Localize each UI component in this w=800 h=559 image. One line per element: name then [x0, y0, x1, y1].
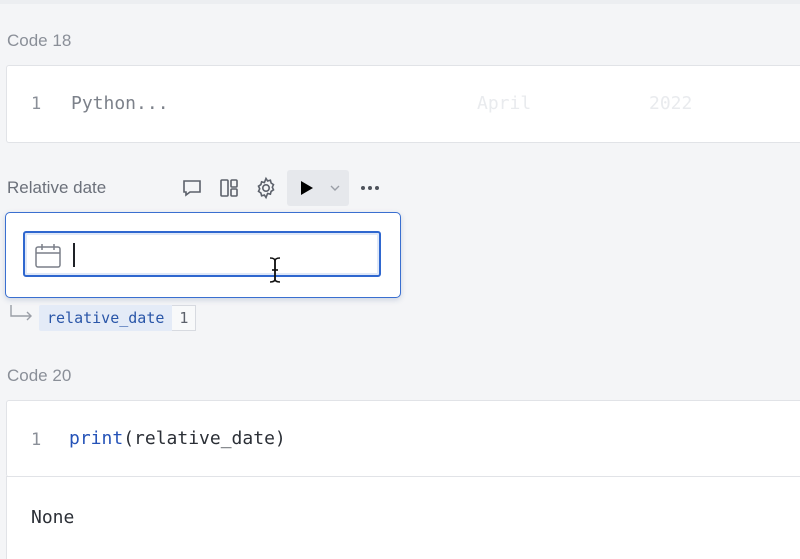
run-icon: [301, 181, 313, 195]
cell-toolbar: [176, 170, 387, 206]
code-arguments: (relative_date): [123, 428, 286, 449]
date-input-field[interactable]: [23, 231, 381, 277]
ibeam-cursor-icon: [269, 257, 281, 283]
output-text: None: [31, 507, 75, 528]
variable-count: 1: [172, 305, 197, 331]
return-arrow-icon: [10, 305, 32, 321]
comment-button[interactable]: [176, 171, 208, 205]
settings-icon: [257, 176, 275, 200]
line-number: 1: [31, 430, 42, 450]
cell-output: None: [6, 476, 800, 559]
top-divider: [0, 0, 800, 4]
ghost-month: April: [477, 93, 532, 114]
more-icon[interactable]: [353, 186, 387, 190]
variable-name[interactable]: relative_date: [39, 305, 173, 331]
chevron-down-icon: [330, 185, 340, 191]
text-cursor: [73, 243, 75, 267]
comment-icon: [183, 180, 201, 197]
cell-label-code-18: Code 18: [7, 31, 72, 50]
calendar-icon: [35, 244, 61, 268]
line-number: 1: [31, 94, 42, 114]
cell-label-code-20: Code 20: [7, 366, 72, 385]
variable-chip[interactable]: relative_date 1: [39, 305, 197, 331]
layout-button[interactable]: [213, 171, 245, 205]
layout-icon: [220, 179, 238, 197]
code-cell-20[interactable]: 1 print(relative_date): [6, 400, 800, 477]
ghost-year: 2022: [649, 93, 693, 114]
settings-button[interactable]: [250, 171, 282, 205]
run-button[interactable]: [287, 177, 323, 199]
code-cell-18[interactable]: 1 Python... April 2022: [6, 65, 800, 143]
code-preview[interactable]: Python...: [71, 93, 169, 114]
run-button-group[interactable]: [287, 170, 349, 206]
input-cell-label: Relative date: [7, 178, 107, 197]
run-options-button[interactable]: [323, 183, 347, 193]
code-line[interactable]: print(relative_date): [69, 428, 286, 449]
code-function: print: [69, 428, 124, 449]
